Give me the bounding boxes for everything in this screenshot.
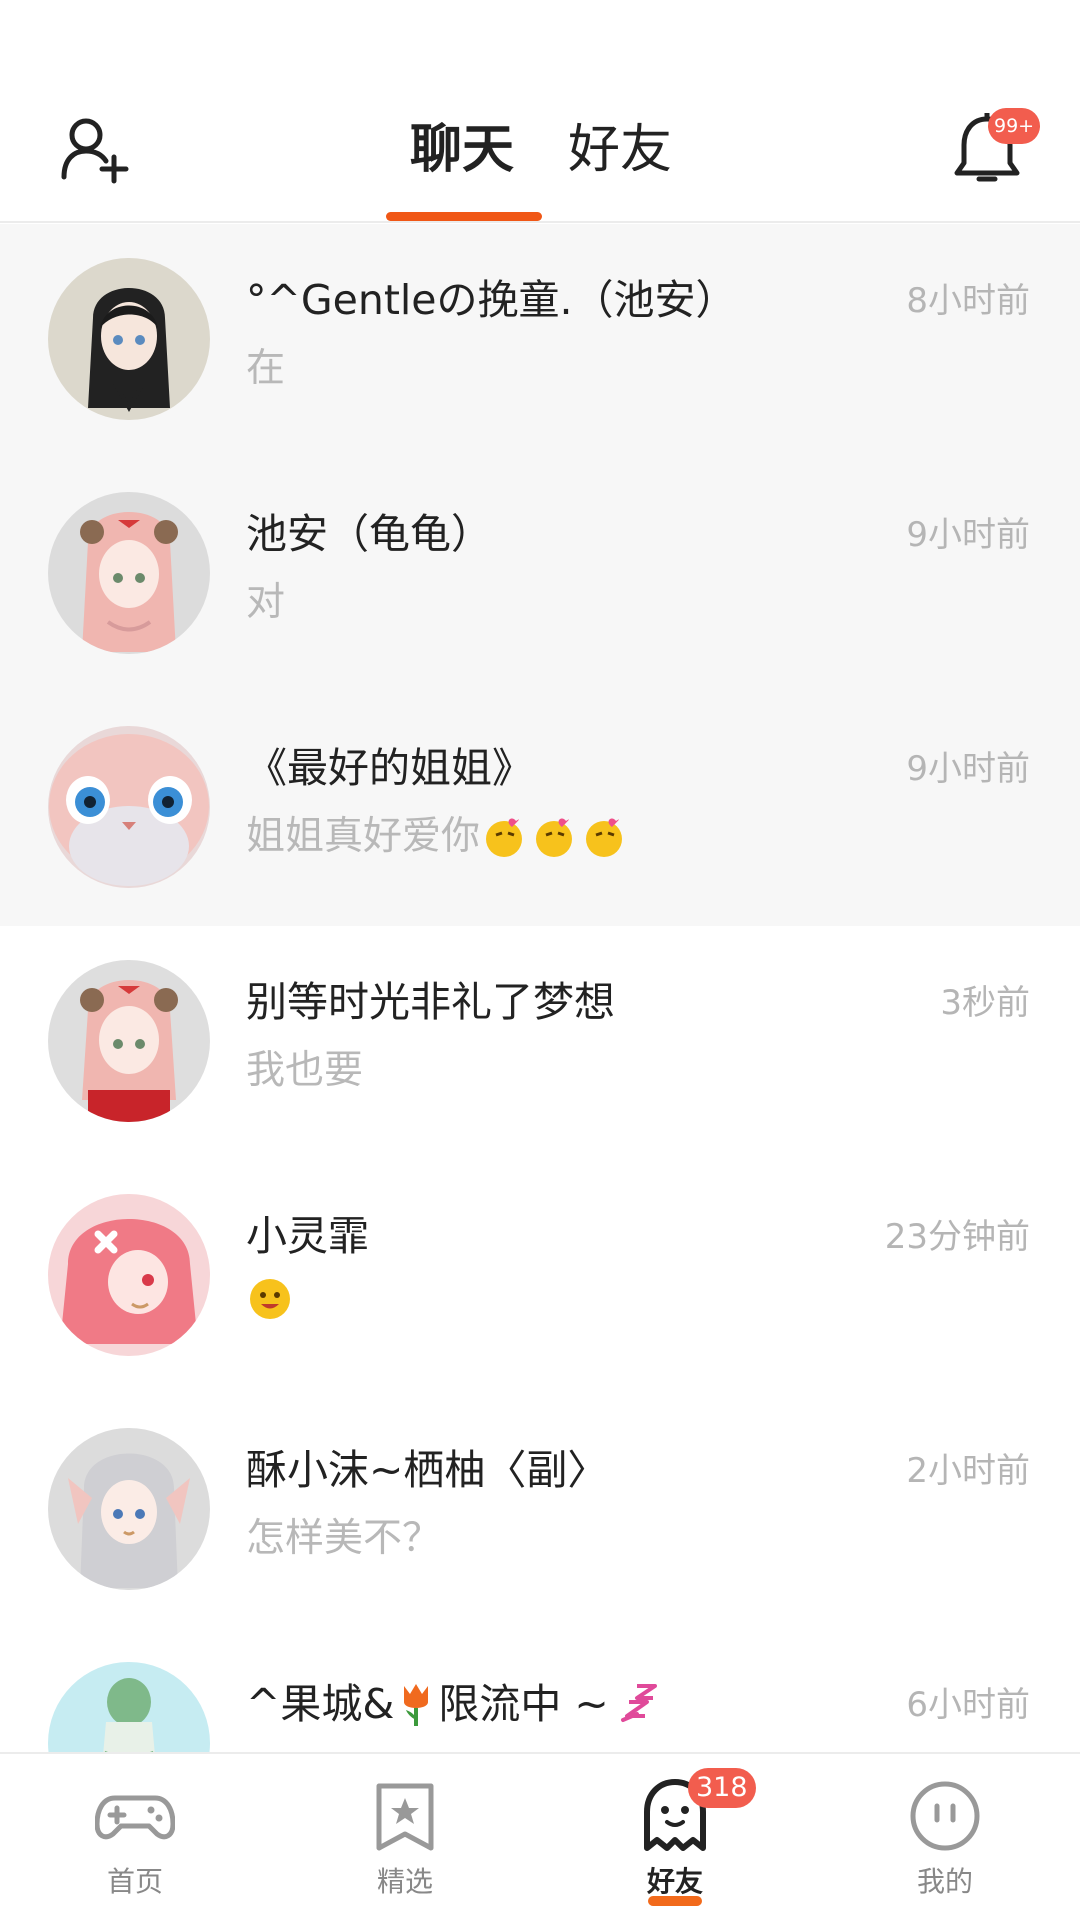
avatar <box>48 258 210 420</box>
smile-emoji-icon <box>250 1279 290 1319</box>
message-text: 对 <box>246 580 286 625</box>
zzz-icon <box>620 1684 657 1722</box>
avatar <box>48 960 210 1122</box>
tabbar-label: 精选 <box>376 1865 433 1898</box>
message-text: 姐姐真好爱你 <box>246 814 481 859</box>
tab-chat[interactable]: 聊天 <box>410 110 514 190</box>
face-icon <box>910 1781 980 1851</box>
gamepad-icon <box>95 1795 175 1840</box>
conversation-name: 《最好的姐姐》 <box>246 744 533 792</box>
conversation-row[interactable]: 池安（龟龟） 9小时前 对 <box>0 458 1080 692</box>
conversation-name: 小灵霏 <box>246 1212 369 1260</box>
message-text: 怎样美不？ <box>246 1516 442 1561</box>
conversation-last-message: 我也要 <box>246 1041 363 1101</box>
conversation-row[interactable]: 酥小沫~栖柚〈副〉 2小时前 怎样美不？ <box>0 1394 1080 1628</box>
conversation-row[interactable]: 别等时光非礼了梦想 3秒前 我也要 <box>0 926 1080 1160</box>
notification-badge: 99+ <box>988 108 1041 144</box>
conversation-row[interactable]: ^果城& 限流中 ~ 6小时前 <box>0 1628 1080 1752</box>
conversation-time: 2小时前 <box>906 1451 1030 1491</box>
avatar <box>48 1194 210 1356</box>
conversation-last-message: 姐姐真好爱你 <box>246 807 630 867</box>
conversation-time: 9小时前 <box>906 515 1030 555</box>
avatar <box>48 1428 210 1590</box>
avatar <box>48 726 210 888</box>
name-text: ^果城& <box>246 1680 395 1728</box>
conversation-row[interactable]: 小灵霏 23分钟前 <box>0 1160 1080 1394</box>
conversation-time: 23分钟前 <box>884 1217 1030 1257</box>
tabbar-label: 我的 <box>916 1865 973 1898</box>
kiss-emoji-icon <box>486 818 523 857</box>
conversation-last-message <box>246 1275 294 1323</box>
conversation-time: 6小时前 <box>906 1685 1030 1725</box>
avatar <box>48 1662 210 1752</box>
conversation-last-message: 怎样美不？ <box>246 1509 441 1569</box>
star-bookmark-icon <box>376 1783 434 1851</box>
avatar <box>48 492 210 654</box>
message-text: 我也要 <box>246 1048 364 1093</box>
conversation-last-message: 在 <box>246 339 285 399</box>
bottom-tab-bar: 首页 精选 318 好友 我的 <box>0 1752 1080 1920</box>
conversation-time: 3秒前 <box>940 983 1030 1023</box>
tabbar-item-me[interactable]: 我的 <box>810 1754 1080 1920</box>
conversation-time: 8小时前 <box>906 281 1030 321</box>
conversation-name: 酥小沫~栖柚〈副〉 <box>246 1446 609 1494</box>
conversation-list: °^Gentleの挽童.（池安） 8小时前 在 池安（龟龟） 9小时前 对 《最… <box>0 224 1080 1752</box>
name-suffix: 限流中 ~ <box>438 1680 609 1728</box>
tab-friends[interactable]: 好友 <box>568 110 672 190</box>
active-tab-indicator <box>386 212 542 221</box>
unread-badge: 318 <box>688 1768 756 1808</box>
tabbar-item-friends[interactable]: 318 好友 <box>540 1754 810 1920</box>
conversation-row[interactable]: 《最好的姐姐》 9小时前 姐姐真好爱你 <box>0 692 1080 926</box>
kiss-emoji-icon <box>536 818 573 857</box>
tabbar-label: 首页 <box>106 1865 163 1898</box>
conversation-name: ^果城& 限流中 ~ <box>246 1674 663 1734</box>
conversation-time: 9小时前 <box>906 749 1030 789</box>
active-tab-indicator <box>648 1896 702 1906</box>
tulip-icon <box>404 1684 429 1726</box>
top-bar: 聊天 好友 99+ <box>0 0 1080 223</box>
conversation-name: 别等时光非礼了梦想 <box>246 978 615 1026</box>
chat-tabs: 聊天 好友 <box>0 110 1080 223</box>
conversation-last-message: 对 <box>246 573 285 633</box>
chat-screen: 聊天 好友 99+ °^Gentleの挽童.（池安） 8小时前 在 池安（龟龟）… <box>0 0 1080 1920</box>
kiss-emoji-icon <box>586 818 623 857</box>
conversation-name: °^Gentleの挽童.（池安） <box>246 276 737 324</box>
tabbar-item-home[interactable]: 首页 <box>0 1754 270 1920</box>
tabbar-item-featured[interactable]: 精选 <box>270 1754 540 1920</box>
conversation-row[interactable]: °^Gentleの挽童.（池安） 8小时前 在 <box>0 224 1080 458</box>
conversation-name: 池安（龟龟） <box>246 510 492 558</box>
message-text: 在 <box>246 346 286 391</box>
